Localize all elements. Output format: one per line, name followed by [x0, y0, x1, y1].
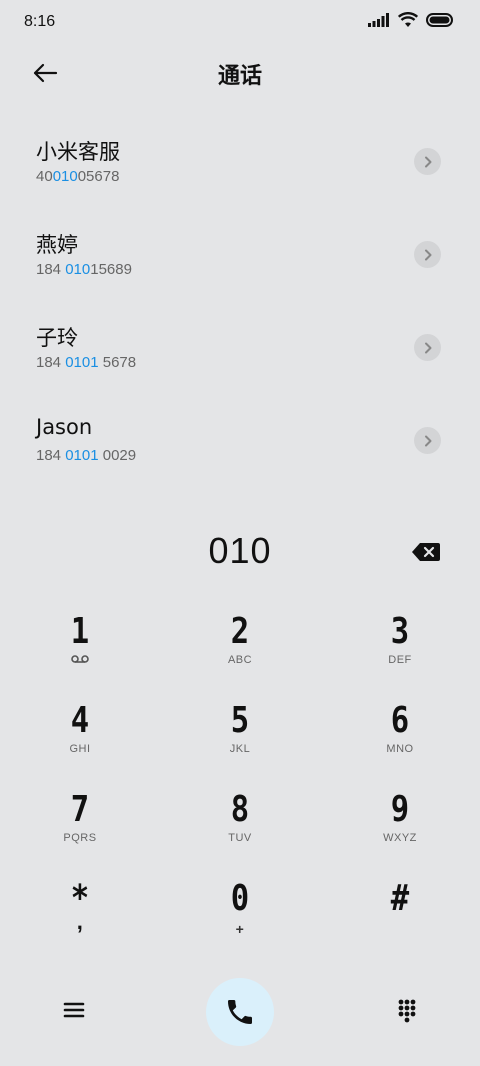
bottom-bar [0, 978, 480, 1048]
contact-result-row[interactable]: 子玲 184 0101 5678 [0, 294, 480, 387]
dial-display: 010 [0, 530, 480, 578]
dialed-number: 010 [208, 530, 272, 571]
key-3[interactable]: 3 DEF [340, 612, 460, 692]
menu-button[interactable] [60, 996, 88, 1024]
key-6[interactable]: 6 MNO [340, 701, 460, 781]
key-letters: PQRS [63, 832, 97, 844]
contact-number: 184 01015689 [36, 261, 132, 278]
number-match-highlight: 0101 [65, 447, 99, 464]
key-digit: 4 [70, 700, 90, 741]
contact-number: 184 0101 5678 [36, 354, 137, 371]
key-1[interactable]: 1 [20, 612, 140, 692]
key-digit: * [70, 878, 90, 919]
key-9[interactable]: 9 WXYZ [340, 790, 460, 870]
status-bar: 8:16 [0, 0, 480, 46]
number-match-highlight: 010 [65, 261, 91, 278]
key-digit: 2 [230, 611, 250, 652]
delete-button[interactable] [411, 542, 441, 564]
key-letters: ABC [227, 654, 253, 666]
chevron-right-icon [424, 249, 431, 260]
key-digit: 7 [70, 789, 90, 830]
contact-number: 184 0101 0029 [36, 447, 137, 464]
phone-icon [228, 1000, 252, 1024]
page-title: 通话 [217, 64, 262, 89]
contact-result-row[interactable]: Jason 184 0101 0029 [0, 387, 480, 480]
chevron-right-icon [424, 156, 431, 167]
key-digit: 5 [230, 700, 250, 741]
key-digit: 0 [230, 878, 250, 919]
contact-result-row[interactable]: 小米客服 4001005678 [0, 108, 480, 201]
key-digit: 9 [390, 789, 410, 830]
key-4[interactable]: 4 GHI [20, 701, 140, 781]
status-icons [368, 12, 454, 28]
key-digit: # [390, 878, 410, 919]
contact-name: Jason [36, 415, 93, 439]
key-0[interactable]: 0 + [180, 879, 300, 959]
key-letters: + [235, 921, 245, 937]
key-8[interactable]: 8 TUV [180, 790, 300, 870]
number-match-highlight: 0101 [65, 354, 99, 371]
backspace-icon [412, 543, 440, 561]
key-7[interactable]: 7 PQRS [20, 790, 140, 870]
menu-icon [63, 1002, 85, 1018]
title-bar: 通话 [0, 46, 480, 102]
key-digit: 1 [70, 611, 90, 652]
key-digit: 8 [230, 789, 250, 830]
key-letters: TUV [228, 832, 252, 844]
status-time: 8:16 [24, 13, 56, 30]
wifi-icon [398, 12, 418, 27]
contact-detail-button[interactable] [414, 334, 441, 361]
signal-icon [368, 13, 389, 27]
chevron-right-icon [424, 435, 431, 446]
contact-name: 小米客服 [36, 140, 120, 164]
contact-number: 4001005678 [36, 168, 120, 185]
dialpad-toggle-button[interactable] [393, 996, 421, 1024]
key-digit: 3 [390, 611, 410, 652]
number-match-highlight: 010 [52, 168, 78, 185]
key-5[interactable]: 5 JKL [180, 701, 300, 781]
key-2[interactable]: 2 ABC [180, 612, 300, 692]
key-hash[interactable]: # [340, 879, 460, 959]
key-letters: DEF [388, 654, 412, 666]
key-letters: WXYZ [383, 832, 417, 844]
key-letters: MNO [386, 743, 414, 755]
contact-detail-button[interactable] [414, 241, 441, 268]
chevron-right-icon [424, 342, 431, 353]
contact-detail-button[interactable] [414, 427, 441, 454]
key-letters: GHI [69, 743, 91, 755]
key-letters: JKL [229, 743, 251, 755]
battery-icon [426, 13, 453, 27]
contact-detail-button[interactable] [414, 148, 441, 175]
dialpad-icon [398, 999, 416, 1023]
key-digit: 6 [390, 700, 410, 741]
contact-name: 子玲 [36, 326, 78, 350]
contact-results-list: 小米客服 4001005678 燕婷 184 01015689 子玲 184 0… [0, 108, 480, 480]
voicemail-icon [20, 654, 140, 667]
key-star[interactable]: * , [20, 879, 140, 959]
call-button[interactable] [206, 978, 274, 1046]
contact-name: 燕婷 [36, 233, 78, 257]
contact-result-row[interactable]: 燕婷 184 01015689 [0, 201, 480, 294]
